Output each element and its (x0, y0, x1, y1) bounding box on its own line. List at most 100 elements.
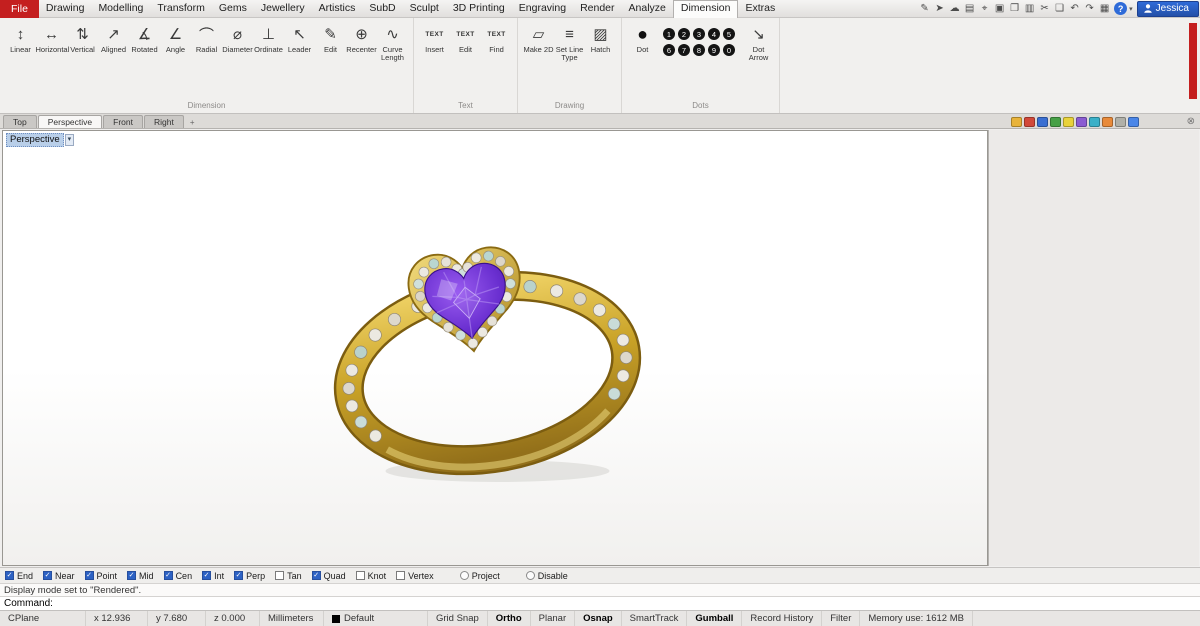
view-tab-right[interactable]: Right (143, 115, 184, 128)
status-memory-use-1612-mb[interactable]: Memory use: 1612 MB (860, 611, 973, 626)
menu-transform[interactable]: Transform (150, 0, 211, 18)
ordinate-button[interactable]: ⊥ Ordinate (253, 21, 284, 55)
status-default[interactable]: Default (324, 611, 428, 626)
viewport-title-menu[interactable]: Perspective ▾ (6, 133, 75, 147)
status-millimeters[interactable]: Millimeters (260, 611, 324, 626)
rotated-button[interactable]: ∡ Rotated (129, 21, 160, 55)
user-button[interactable]: Jessica (1136, 0, 1199, 17)
menu-3d-printing[interactable]: 3D Printing (446, 0, 512, 18)
edit-button[interactable]: TEXT Edit (450, 21, 481, 55)
angle-button[interactable]: ∠ Angle (160, 21, 191, 55)
osnap-mid[interactable]: ✓ Mid (127, 571, 154, 581)
dot-5-button[interactable]: 5 (723, 28, 735, 40)
dot-0-button[interactable]: 0 (723, 44, 735, 56)
menu-render[interactable]: Render (573, 0, 621, 18)
ring-model[interactable] (313, 223, 658, 488)
screenshot-icon[interactable]: ▣ (992, 1, 1007, 17)
redo-icon[interactable]: ↷ (1082, 1, 1097, 17)
chevron-down-icon[interactable]: ▾ (1129, 5, 1133, 13)
recenter-button[interactable]: ⊕ Recenter (346, 21, 377, 55)
sun-panel-icon[interactable] (1101, 117, 1113, 127)
dot-8-button[interactable]: 8 (693, 44, 705, 56)
menu-gems[interactable]: Gems (212, 0, 254, 18)
osnap-point[interactable]: ✓ Point (84, 571, 117, 581)
libraries-panel-icon[interactable] (1088, 117, 1100, 127)
dot-2-button[interactable]: 2 (678, 28, 690, 40)
named-views-panel-icon[interactable] (1114, 117, 1126, 127)
dot-6-button[interactable]: 6 (663, 44, 675, 56)
insert-button[interactable]: TEXT Insert (419, 21, 450, 55)
help-icon[interactable]: ? (1114, 2, 1128, 15)
osnap-perp[interactable]: ✓ Perp (234, 571, 265, 581)
copy-icon[interactable]: ❏ (1052, 1, 1067, 17)
find-button[interactable]: TEXT Find (481, 21, 512, 55)
status-smarttrack[interactable]: SmartTrack (622, 611, 688, 626)
osnap-end[interactable]: ✓ End (5, 571, 33, 581)
menu-sculpt[interactable]: Sculpt (403, 0, 446, 18)
menu-artistics[interactable]: Artistics (312, 0, 363, 18)
add-view-tab-icon[interactable]: + (185, 118, 200, 128)
undo-icon[interactable]: ↶ (1067, 1, 1082, 17)
osnap-knot[interactable]: Knot (355, 571, 386, 581)
menu-subd[interactable]: SubD (362, 0, 402, 18)
dot-1-button[interactable]: 1 (663, 28, 675, 40)
mic-icon[interactable]: ⌖ (977, 1, 992, 17)
status-osnap[interactable]: Osnap (575, 611, 622, 626)
menu-drawing[interactable]: Drawing (39, 0, 92, 18)
clipboard-copy-icon[interactable]: ❐ (1007, 1, 1022, 17)
viewport-perspective[interactable]: Perspective ▾ (2, 130, 988, 566)
osnap-int[interactable]: ✓ Int (202, 571, 224, 581)
dot-button[interactable]: ● Dot (627, 21, 658, 55)
set-line-type-button[interactable]: ≡ Set Line Type (554, 21, 585, 63)
dot-4-button[interactable]: 4 (708, 28, 720, 40)
status-ortho[interactable]: Ortho (488, 611, 531, 626)
command-input[interactable] (53, 597, 1200, 610)
properties-panel-icon[interactable] (1010, 117, 1022, 127)
dot-7-button[interactable]: 7 (678, 44, 690, 56)
linear-button[interactable]: ↕ Linear (5, 21, 36, 55)
osnap-near[interactable]: ✓ Near (43, 571, 75, 581)
status-cplane[interactable]: CPlane (0, 611, 86, 626)
osnap-tan[interactable]: Tan (275, 571, 302, 581)
menu-analyze[interactable]: Analyze (622, 0, 673, 18)
leader-button[interactable]: ↖ Leader (284, 21, 315, 55)
make-2d-button[interactable]: ▱ Make 2D (523, 21, 554, 55)
aligned-button[interactable]: ↗ Aligned (98, 21, 129, 55)
menu-modelling[interactable]: Modelling (91, 0, 150, 18)
view-tab-front[interactable]: Front (103, 115, 143, 128)
layers-panel-icon[interactable] (1023, 117, 1035, 127)
close-panel-icon[interactable]: ⊗ (1187, 116, 1195, 128)
view-tab-top[interactable]: Top (3, 115, 37, 128)
file-menu[interactable]: File (0, 0, 39, 18)
osnap-project[interactable]: Project (459, 571, 500, 581)
menu-dimension[interactable]: Dimension (672, 0, 739, 18)
hatch-button[interactable]: ▨ Hatch (585, 21, 616, 55)
viewport-title[interactable]: Perspective (6, 133, 64, 147)
materials-panel-icon[interactable] (1075, 117, 1087, 127)
osnap-quad[interactable]: ✓ Quad (311, 571, 346, 581)
annotate-pen-icon[interactable]: ✎ (917, 1, 932, 17)
status-y-7-680[interactable]: y 7.680 (148, 611, 206, 626)
curve-length-button[interactable]: ∿ Curve Length (377, 21, 408, 63)
horizontal-button[interactable]: ↔ Horizontal (36, 21, 70, 55)
status-record-history[interactable]: Record History (742, 611, 823, 626)
display-panel-icon[interactable] (1036, 117, 1048, 127)
view-tab-perspective[interactable]: Perspective (37, 115, 103, 128)
chevron-down-icon[interactable]: ▾ (64, 134, 75, 146)
status-z-0-000[interactable]: z 0.000 (206, 611, 260, 626)
cloud-icon[interactable]: ☁ (947, 1, 962, 17)
notes-panel-icon[interactable]: ▤ (962, 1, 977, 17)
status-filter[interactable]: Filter (822, 611, 861, 626)
osnap-disable[interactable]: Disable (525, 571, 568, 581)
menu-jewellery[interactable]: Jewellery (254, 0, 312, 18)
cut-icon[interactable]: ✂ (1037, 1, 1052, 17)
menu-engraving[interactable]: Engraving (512, 0, 573, 18)
pointer-icon[interactable]: ➤ (932, 1, 947, 17)
radial-button[interactable]: ⌒ Radial (191, 21, 222, 55)
status-planar[interactable]: Planar (531, 611, 576, 626)
notes-panel-icon[interactable] (1062, 117, 1074, 127)
help-panel-icon[interactable] (1049, 117, 1061, 127)
dot-9-button[interactable]: 9 (708, 44, 720, 56)
status-gumball[interactable]: Gumball (687, 611, 743, 626)
menu-extras[interactable]: Extras (738, 0, 782, 18)
